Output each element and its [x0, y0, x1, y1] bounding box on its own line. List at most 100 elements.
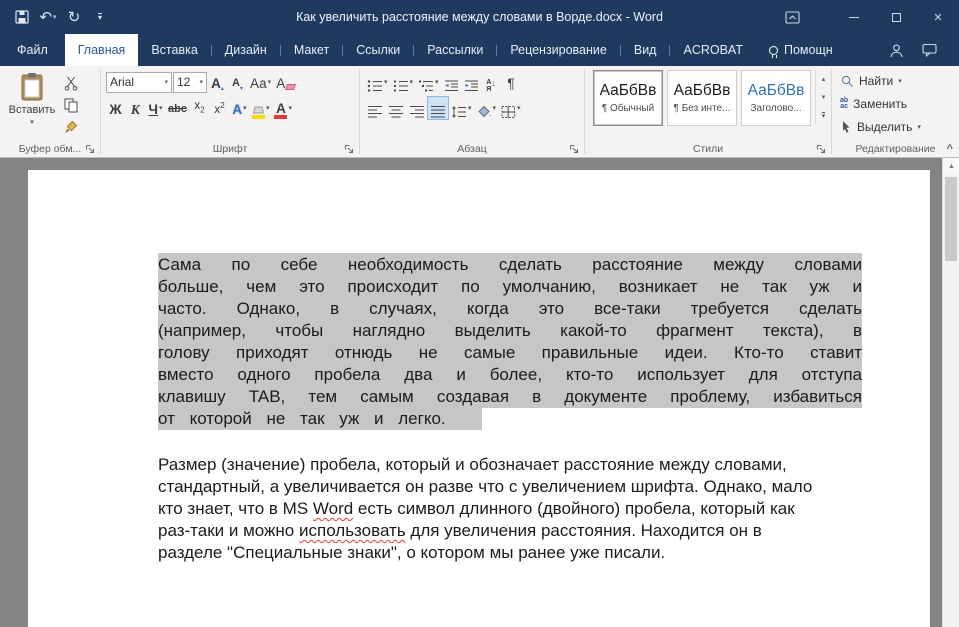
- redo-icon: ↻: [68, 8, 81, 26]
- shrink-font-icon: А: [232, 74, 240, 93]
- style-heading-1[interactable]: АаБбВвЗаголово...: [741, 70, 811, 126]
- subscript-button[interactable]: х2: [190, 97, 209, 119]
- align-center-button[interactable]: [386, 97, 406, 119]
- justify-button[interactable]: [428, 97, 448, 119]
- paragraph-dialog-launcher[interactable]: [569, 143, 581, 155]
- strikethrough-button[interactable]: abc: [166, 97, 189, 119]
- align-right-button[interactable]: [407, 97, 427, 119]
- format-painter-button[interactable]: [60, 118, 82, 136]
- line-spacing-button[interactable]: ▾: [449, 97, 474, 119]
- highlight-dropdown-icon: ▾: [266, 99, 270, 118]
- font-size-combo[interactable]: 12 ▾: [173, 72, 207, 93]
- font-color-button[interactable]: А ▾: [272, 97, 294, 119]
- styles-scroll-up-button[interactable]: ▴: [816, 70, 831, 88]
- customize-qat-icon: ▾: [98, 13, 102, 21]
- tab-home[interactable]: Главная: [65, 34, 139, 66]
- tab-mailings[interactable]: Рассылки: [414, 34, 496, 66]
- replace-button[interactable]: ab ac Заменить: [840, 93, 957, 114]
- text-effects-dropdown-icon: ▾: [243, 99, 247, 118]
- paste-button[interactable]: Вставить ▾: [8, 69, 56, 136]
- shrink-arrow-icon: ▾: [240, 85, 243, 93]
- eraser-icon: [285, 84, 296, 90]
- bullets-icon: [367, 79, 383, 93]
- copy-button[interactable]: [60, 96, 82, 114]
- font-name-combo[interactable]: Arial ▾: [106, 72, 172, 93]
- undo-dropdown-icon: ▾: [53, 13, 57, 21]
- styles-dialog-launcher[interactable]: [816, 143, 828, 155]
- customize-qat-button[interactable]: ▾: [88, 5, 112, 29]
- find-label: Найти: [859, 74, 893, 88]
- document-page[interactable]: Сама по себе необходимость сделать расст…: [28, 170, 930, 627]
- misspelled-word: использовать: [299, 521, 406, 540]
- undo-button[interactable]: ↶ ▾: [36, 5, 60, 29]
- find-button[interactable]: Найти ▾: [840, 70, 957, 91]
- multilevel-list-button[interactable]: ▾: [416, 71, 441, 93]
- shading-button[interactable]: ▾: [475, 97, 499, 119]
- maximize-button[interactable]: [875, 0, 917, 34]
- tab-acrobat[interactable]: ACROBAT: [670, 34, 756, 66]
- bullets-dropdown-icon: ▾: [384, 73, 388, 92]
- line-spacing-dropdown-icon: ▾: [468, 99, 472, 118]
- scroll-up-button[interactable]: ▲: [943, 158, 959, 175]
- save-button[interactable]: [10, 5, 34, 29]
- scrollbar-thumb[interactable]: [945, 177, 957, 261]
- scroll-down-icon: ▾: [822, 93, 826, 101]
- italic-button[interactable]: К: [126, 97, 145, 119]
- paragraph-2[interactable]: Размер (значение) пробела, который и обо…: [158, 454, 862, 564]
- shrink-font-button[interactable]: А▾: [228, 71, 247, 93]
- comments-button[interactable]: [922, 43, 937, 57]
- subscript-icon: х2: [194, 96, 204, 119]
- change-case-button[interactable]: Аа ▾: [248, 71, 273, 93]
- styles-more-button[interactable]: ▾: [816, 106, 831, 124]
- tab-label: Главная: [78, 43, 126, 57]
- close-button[interactable]: ×: [917, 0, 959, 34]
- account-button[interactable]: [889, 43, 904, 58]
- editing-group: Найти ▾ ab ac Заменить Выделить ▾ Редакт…: [832, 66, 959, 157]
- vertical-scrollbar[interactable]: ▲: [942, 158, 959, 627]
- tab-review[interactable]: Рецензирование: [497, 34, 620, 66]
- tab-assistant[interactable]: Помощн: [756, 34, 846, 66]
- window-controls: ×: [771, 0, 959, 34]
- style-no-spacing[interactable]: АаБбВв¶ Без инте...: [667, 70, 737, 126]
- numbering-button[interactable]: ▾: [391, 71, 416, 93]
- minimize-icon: [849, 17, 859, 18]
- ribbon-display-options-button[interactable]: [771, 0, 813, 34]
- tab-label: Рассылки: [427, 43, 483, 57]
- font-dialog-launcher[interactable]: [344, 143, 356, 155]
- tab-layout[interactable]: Макет: [281, 34, 342, 66]
- tab-insert[interactable]: Вставка: [138, 34, 210, 66]
- cut-button[interactable]: [60, 74, 82, 92]
- tab-references[interactable]: Ссылки: [343, 34, 413, 66]
- underline-button[interactable]: Ч ▾: [146, 97, 165, 119]
- align-center-icon: [388, 105, 404, 119]
- superscript-button[interactable]: х2: [210, 97, 229, 119]
- paragraph-1[interactable]: Сама по себе необходимость сделать расст…: [158, 254, 862, 430]
- highlight-color-button[interactable]: ▾: [250, 97, 272, 119]
- style-normal[interactable]: АаБбВв¶ Обычный: [593, 70, 663, 126]
- align-left-button[interactable]: [365, 97, 385, 119]
- decrease-indent-icon: [444, 79, 459, 93]
- tab-view[interactable]: Вид: [621, 34, 670, 66]
- bullets-button[interactable]: ▾: [365, 71, 390, 93]
- superscript-icon: х2: [214, 96, 224, 119]
- tab-design[interactable]: Дизайн: [212, 34, 280, 66]
- bold-button[interactable]: Ж: [106, 97, 125, 119]
- styles-scroll-down-button[interactable]: ▾: [816, 88, 831, 106]
- sort-button[interactable]: А Я ↓: [482, 71, 501, 93]
- tab-file[interactable]: Файл: [0, 34, 65, 66]
- collapse-ribbon-button[interactable]: ^: [947, 143, 953, 155]
- grow-font-button[interactable]: А▴: [208, 71, 227, 93]
- select-button[interactable]: Выделить ▾: [840, 116, 957, 137]
- redo-button[interactable]: ↻: [62, 5, 86, 29]
- tab-label: Файл: [17, 43, 48, 57]
- show-paragraph-marks-button[interactable]: ¶: [502, 71, 521, 93]
- clipboard-small-buttons: [60, 69, 82, 136]
- increase-indent-button[interactable]: [462, 71, 481, 93]
- text-effects-button[interactable]: А ▾: [230, 97, 249, 119]
- font-name-value: Arial: [110, 75, 134, 89]
- clipboard-dialog-launcher[interactable]: [85, 143, 97, 155]
- decrease-indent-button[interactable]: [442, 71, 461, 93]
- clear-formatting-button[interactable]: А: [274, 71, 297, 93]
- borders-button[interactable]: ▾: [499, 97, 523, 119]
- minimize-button[interactable]: [833, 0, 875, 34]
